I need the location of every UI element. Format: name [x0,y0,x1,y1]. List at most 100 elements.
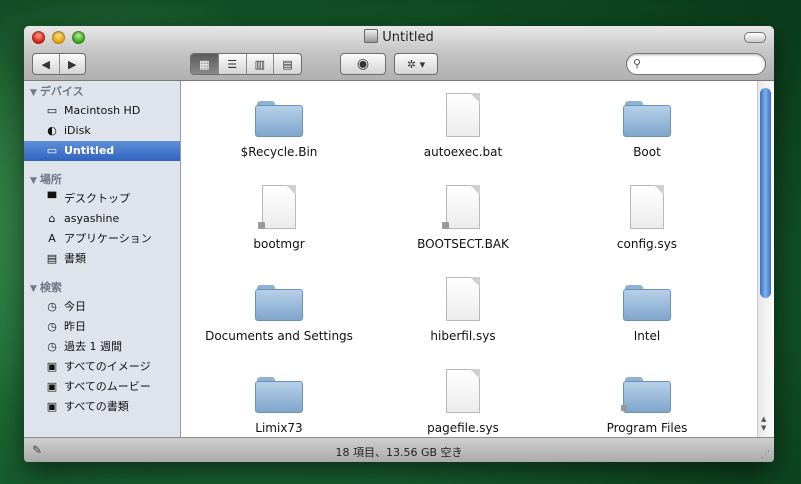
lock-badge-icon [442,222,449,229]
file-item[interactable]: Intel [555,277,739,343]
sidebar: ▼ デバイス ▭ Macintosh HD ◐ iDisk ▭ Untitled ▼ 場所… [24,81,181,437]
gear-icon[interactable]: ✲ ▾ [395,54,437,74]
smart-folder-icon: ▣ [46,400,58,413]
resize-grip-icon[interactable]: ⋰ [761,450,770,460]
drive-icon [364,29,379,43]
file-item[interactable]: Documents and Settings [187,277,371,343]
back-button[interactable]: ◀ [33,54,60,74]
documents-icon: ▤ [46,252,58,265]
folder-icon [255,375,303,413]
forward-button[interactable]: ▶ [60,54,86,74]
clock-icon: ◷ [47,320,57,333]
document-icon [446,93,480,137]
file-name: Documents and Settings [205,329,353,343]
document-icon [446,369,480,413]
vertical-scrollbar[interactable]: ▲ ▼ [757,81,774,437]
icon-view-button[interactable]: ▦ [191,54,219,74]
back-forward-control: ◀ ▶ [32,53,86,75]
file-name: BOOTSECT.BAK [417,237,509,251]
sidebar-section-places[interactable]: ▼ 場所 [24,171,180,189]
sidebar-item-untitled[interactable]: ▭ Untitled [24,141,180,161]
sidebar-item-all-documents[interactable]: ▣ すべての書類 [24,397,180,417]
scroll-thumb[interactable] [760,88,771,298]
file-name: Limix73 [255,421,303,435]
file-item[interactable]: hiberfil.sys [371,277,555,343]
idisk-icon: ◐ [47,124,57,137]
clock-icon: ◷ [47,340,57,353]
sidebar-item-today[interactable]: ◷ 今日 [24,297,180,317]
clock-icon: ◷ [47,300,57,313]
file-name: autoexec.bat [423,145,503,159]
file-item[interactable]: Program Files [555,369,739,435]
finder-window: Untitled ◀ ▶ ▦ ☰ ▥ ▤ ◉ ✲ ▾ ⚲ ▼ デバイス ▭ Maci… [24,26,774,462]
document-icon [442,185,480,229]
sidebar-item-yesterday[interactable]: ◷ 昨日 [24,317,180,337]
sidebar-section-devices[interactable]: ▼ デバイス [24,83,180,101]
sidebar-item-applications[interactable]: A アプリケーション [24,229,180,249]
file-browser: $Recycle.Bin autoexec.bat Boot bootmgr BOOTS… [181,81,774,437]
sidebar-item-home[interactable]: ⌂ asyashine [24,209,180,229]
file-name: $Recycle.Bin [240,145,318,159]
file-item[interactable]: bootmgr [187,185,371,251]
file-name: Intel [633,329,661,343]
file-item[interactable]: config.sys [555,185,739,251]
folder-icon [255,283,303,321]
search-icon: ⚲ [633,57,642,70]
hard-drive-icon: ▭ [46,104,58,117]
sidebar-item-macintosh-hd[interactable]: ▭ Macintosh HD [24,101,180,121]
disclosure-triangle-icon[interactable]: ▼ [30,280,37,298]
status-text: 18 項目、13.56 GB 空き [335,446,463,459]
folder-icon [623,283,671,321]
desktop-icon: ▀ [47,192,57,205]
file-name: config.sys [616,237,678,251]
sidebar-item-idisk[interactable]: ◐ iDisk [24,121,180,141]
folder-icon [621,375,671,413]
document-icon [258,185,296,229]
home-icon: ⌂ [48,212,56,225]
titlebar: Untitled ◀ ▶ ▦ ☰ ▥ ▤ ◉ ✲ ▾ ⚲ [24,26,774,81]
search-input[interactable] [647,56,761,72]
folder-icon [255,99,303,137]
sidebar-item-all-images[interactable]: ▣ すべてのイメージ [24,357,180,377]
document-icon [630,185,664,229]
file-name: Program Files [606,421,688,435]
sidebar-item-documents[interactable]: ▤ 書類 [24,249,180,269]
lock-badge-icon [621,405,627,411]
file-name: pagefile.sys [427,421,499,435]
sidebar-section-search[interactable]: ▼ 検索 [24,279,180,297]
lock-badge-icon [258,222,265,229]
smart-folder-icon: ▣ [46,380,58,393]
folder-icon [623,99,671,137]
status-bar: ✎ 18 項目、13.56 GB 空き ⋰ [24,437,774,462]
quicklook-control: ◉ [340,53,386,75]
file-item[interactable]: autoexec.bat [371,93,555,159]
list-view-button[interactable]: ☰ [219,54,247,74]
icon-grid: $Recycle.Bin autoexec.bat Boot bootmgr BOOTS… [181,81,758,437]
applications-icon: A [48,232,56,245]
file-item[interactable]: $Recycle.Bin [187,93,371,159]
sidebar-item-all-movies[interactable]: ▣ すべてのムービー [24,377,180,397]
column-view-button[interactable]: ▥ [247,54,275,74]
window-title: Untitled [24,29,774,45]
document-icon [446,277,480,321]
disclosure-triangle-icon[interactable]: ▼ [30,172,37,190]
view-mode-control: ▦ ☰ ▥ ▤ [190,53,302,75]
sidebar-item-past-week[interactable]: ◷ 過去 1 週間 [24,337,180,357]
eye-icon[interactable]: ◉ [341,54,385,74]
scroll-arrows[interactable]: ▲ ▼ [761,415,766,433]
file-item[interactable]: Limix73 [187,369,371,435]
drive-icon: ▭ [46,144,58,157]
file-name: bootmgr [253,237,305,251]
file-item[interactable]: Boot [555,93,739,159]
sidebar-item-desktop[interactable]: ▀ デスクトップ [24,189,180,209]
action-control: ✲ ▾ [394,53,438,75]
disclosure-triangle-icon[interactable]: ▼ [30,84,37,102]
smart-folder-icon: ▣ [46,360,58,373]
toolbar-toggle-button[interactable] [744,32,766,43]
file-item[interactable]: BOOTSECT.BAK [371,185,555,251]
file-name: hiberfil.sys [430,329,496,343]
file-item[interactable]: pagefile.sys [371,369,555,435]
coverflow-view-button[interactable]: ▤ [274,54,301,74]
file-name: Boot [633,145,661,159]
search-field[interactable]: ⚲ [626,53,766,75]
